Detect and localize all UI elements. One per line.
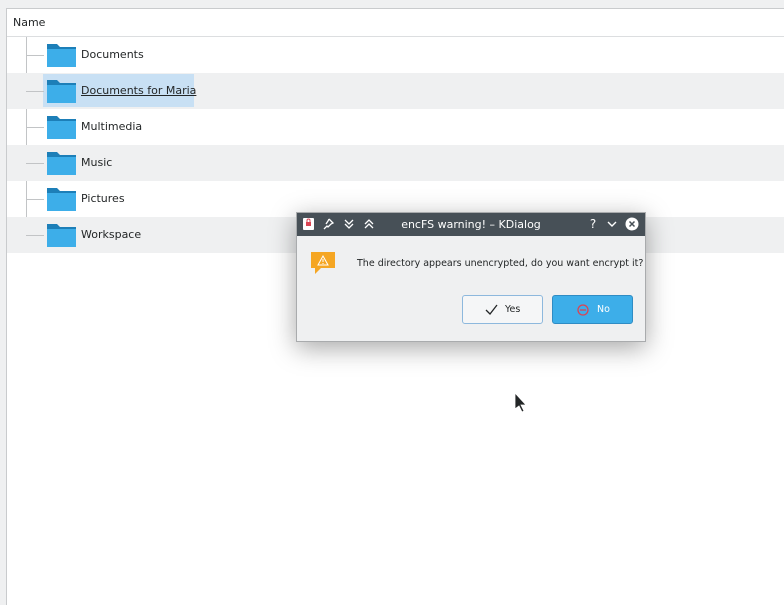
tree-branch xyxy=(26,163,44,164)
dialog-message: The directory appears unencrypted, do yo… xyxy=(357,258,644,269)
yes-button-label: Yes xyxy=(505,304,521,315)
column-header-name[interactable]: Name xyxy=(7,9,784,37)
close-icon[interactable] xyxy=(625,217,639,231)
no-button[interactable]: No xyxy=(552,295,633,324)
folder-label: Pictures xyxy=(81,192,125,205)
checkmark-icon xyxy=(485,304,498,315)
folder-label: Workspace xyxy=(81,228,142,241)
folder-label: Documents xyxy=(81,48,144,61)
tree-branch xyxy=(26,199,44,200)
cancel-icon xyxy=(577,304,589,316)
folder-icon xyxy=(47,116,76,139)
help-icon[interactable]: ? xyxy=(586,217,600,231)
mouse-cursor-icon xyxy=(514,392,527,413)
kdialog-warning-window[interactable]: encFS warning! – KDialog ? The directory… xyxy=(296,212,646,342)
no-button-label: No xyxy=(597,304,610,315)
dialog-titlebar[interactable]: encFS warning! – KDialog ? xyxy=(297,213,645,236)
tree-branch xyxy=(26,127,44,128)
folder-icon xyxy=(47,224,76,247)
folder-icon xyxy=(47,44,76,67)
tree-branch xyxy=(26,235,44,236)
folder-icon xyxy=(47,80,76,103)
folder-label: Music xyxy=(81,156,113,169)
folder-label: Documents for Maria xyxy=(81,84,197,97)
yes-button[interactable]: Yes xyxy=(462,295,543,324)
minimize-icon[interactable] xyxy=(605,217,619,231)
folder-icon xyxy=(47,152,76,175)
warning-icon xyxy=(311,252,335,274)
folder-icon xyxy=(47,188,76,211)
folder-row-multimedia[interactable]: Multimedia xyxy=(7,109,784,145)
folder-row-music[interactable]: Music xyxy=(7,145,784,181)
folder-row-documents-for-maria[interactable]: Documents for Maria xyxy=(7,73,784,109)
folder-row-documents[interactable]: Documents xyxy=(7,37,784,73)
column-header-label: Name xyxy=(13,16,46,29)
tree-branch xyxy=(26,91,44,92)
folder-label: Multimedia xyxy=(81,120,143,133)
tree-branch xyxy=(26,55,44,56)
